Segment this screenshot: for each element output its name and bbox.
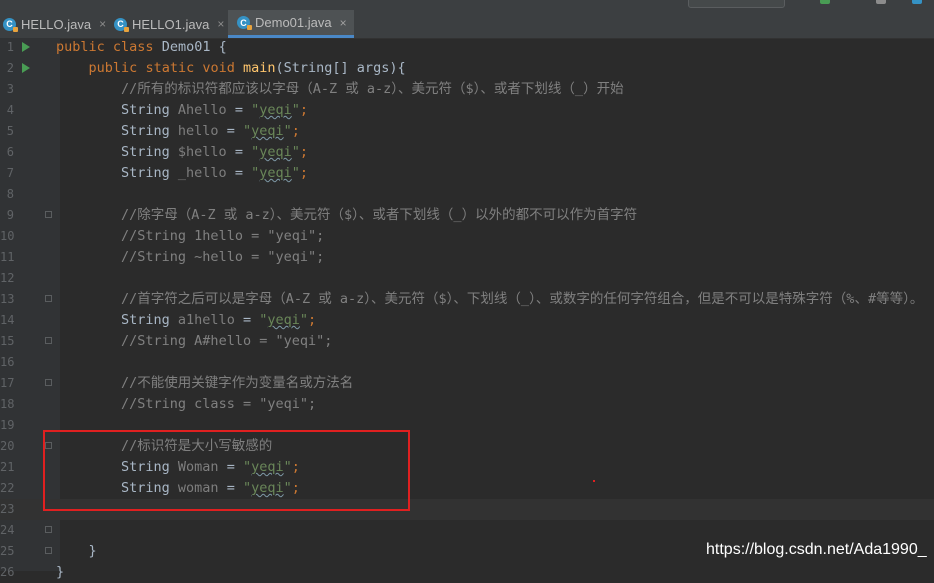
code-line[interactable]: 26} <box>0 562 934 583</box>
code-line[interactable]: 3 //所有的标识符都应该以字母（A-Z 或 a-z）、美元符（$）、或者下划线… <box>0 79 934 100</box>
line-number: 1 <box>6 40 14 54</box>
close-icon[interactable]: × <box>340 16 347 30</box>
tab-hello-java[interactable]: C HELLO.java × <box>0 10 107 38</box>
watermark: https://blog.csdn.net/Ada1990_ <box>706 541 927 558</box>
fold-marker-icon[interactable] <box>45 526 52 533</box>
fold-marker-icon[interactable] <box>45 547 52 554</box>
code-text: //String class = "yeqi"; <box>121 396 317 412</box>
java-class-icon: C <box>237 16 252 30</box>
code-line[interactable]: 14 String a1hello = "yeqi"; <box>0 310 934 331</box>
line-number: 17 <box>0 376 15 390</box>
annotation-dot <box>593 480 595 482</box>
line-number: 24 <box>0 523 15 537</box>
code-line[interactable]: 16 <box>0 352 934 373</box>
code-line[interactable]: 18 //String class = "yeqi"; <box>0 394 934 415</box>
code-line[interactable]: 10 //String 1hello = "yeqi"; <box>0 226 934 247</box>
line-number: 23 <box>0 502 15 516</box>
tab-label: HELLO1.java <box>132 16 210 32</box>
line-number: 13 <box>0 292 15 306</box>
code-line[interactable]: 2 public static void main(String[] args)… <box>0 58 934 79</box>
line-number: 22 <box>0 481 15 495</box>
line-number: 19 <box>0 418 15 432</box>
code-text: String Ahello = "yeqi"; <box>56 102 309 118</box>
run-icon[interactable] <box>22 63 30 73</box>
line-number: 21 <box>0 460 15 474</box>
line-number: 12 <box>0 271 15 285</box>
code-line[interactable]: 1 public class Demo01 { <box>0 37 934 58</box>
fold-marker-icon[interactable] <box>45 295 52 302</box>
line-number: 6 <box>6 145 14 159</box>
line-number: 5 <box>6 124 14 138</box>
line-number: 11 <box>0 250 15 264</box>
code-line[interactable]: 11 //String ~hello = "yeqi"; <box>0 247 934 268</box>
tab-hello1-java[interactable]: C HELLO1.java × <box>114 10 228 38</box>
code-text: //String A#hello = "yeqi"; <box>121 333 333 349</box>
line-number: 14 <box>0 313 15 327</box>
code-line[interactable]: 9 //除字母（A-Z 或 a-z）、美元符（$）、或者下划线（_）以外的都不可… <box>0 205 934 226</box>
structure-icon[interactable] <box>912 0 922 4</box>
tab-label: Demo01.java <box>255 15 332 30</box>
code-line[interactable]: 12 <box>0 268 934 289</box>
line-number: 3 <box>6 82 14 96</box>
code-line[interactable]: 4 String Ahello = "yeqi"; <box>0 100 934 121</box>
tab-label: HELLO.java <box>21 16 92 32</box>
line-number: 26 <box>0 565 15 579</box>
code-text: //所有的标识符都应该以字母（A-Z 或 a-z）、美元符（$）、或者下划线（_… <box>121 81 624 97</box>
close-icon[interactable]: × <box>99 17 106 31</box>
code-line[interactable]: 13 //首字符之后可以是字母（A-Z 或 a-z）、美元符（$）、下划线（_）… <box>0 289 934 310</box>
code-line[interactable]: 8 <box>0 184 934 205</box>
code-line[interactable]: 17 //不能使用关键字作为变量名或方法名 <box>0 373 934 394</box>
close-icon[interactable]: × <box>217 17 224 31</box>
editor-tab-bar: C HELLO.java × C HELLO1.java × C Demo01.… <box>0 0 934 39</box>
annotation-box <box>43 430 410 511</box>
fold-marker-icon[interactable] <box>45 379 52 386</box>
search-field[interactable] <box>688 0 785 8</box>
code-text: String a1hello = "yeqi"; <box>56 312 317 328</box>
java-class-icon: C <box>114 17 129 32</box>
code-text: //String 1hello = "yeqi"; <box>121 228 325 244</box>
line-number: 2 <box>6 61 14 75</box>
code-text: String $hello = "yeqi"; <box>56 144 309 160</box>
line-number: 20 <box>0 439 15 453</box>
code-text: } <box>56 543 97 559</box>
toolbar-icon[interactable] <box>876 0 886 4</box>
code-text: } <box>56 564 65 580</box>
line-number: 4 <box>6 103 14 117</box>
code-line[interactable]: 5 String hello = "yeqi"; <box>0 121 934 142</box>
line-number: 25 <box>0 544 15 558</box>
java-class-icon: C <box>3 17 18 32</box>
code-text: String hello = "yeqi"; <box>56 123 300 139</box>
line-number: 8 <box>6 187 14 201</box>
run-toolbar-icon[interactable] <box>820 0 830 4</box>
code-text: public class Demo01 { <box>56 39 227 55</box>
code-line[interactable]: 24 <box>0 520 934 541</box>
line-number: 10 <box>0 229 15 243</box>
line-number: 16 <box>0 355 15 369</box>
code-text: //除字母（A-Z 或 a-z）、美元符（$）、或者下划线（_）以外的都不可以作… <box>121 207 638 223</box>
code-line[interactable]: 7 String _hello = "yeqi"; <box>0 163 934 184</box>
run-icon[interactable] <box>22 42 30 52</box>
line-number: 9 <box>6 208 14 222</box>
tab-demo01-java[interactable]: C Demo01.java × <box>228 10 354 38</box>
code-text: //String ~hello = "yeqi"; <box>121 249 325 265</box>
fold-marker-icon[interactable] <box>45 211 52 218</box>
fold-marker-icon[interactable] <box>45 337 52 344</box>
line-number: 15 <box>0 334 15 348</box>
code-text: String _hello = "yeqi"; <box>56 165 309 181</box>
line-number: 7 <box>6 166 14 180</box>
code-line[interactable]: 6 String $hello = "yeqi"; <box>0 142 934 163</box>
code-text: //首字符之后可以是字母（A-Z 或 a-z）、美元符（$）、下划线（_）、或数… <box>121 291 924 307</box>
line-number: 18 <box>0 397 15 411</box>
code-text: public static void main(String[] args){ <box>88 60 406 76</box>
code-line[interactable]: 15 //String A#hello = "yeqi"; <box>0 331 934 352</box>
code-text: //不能使用关键字作为变量名或方法名 <box>121 375 354 391</box>
